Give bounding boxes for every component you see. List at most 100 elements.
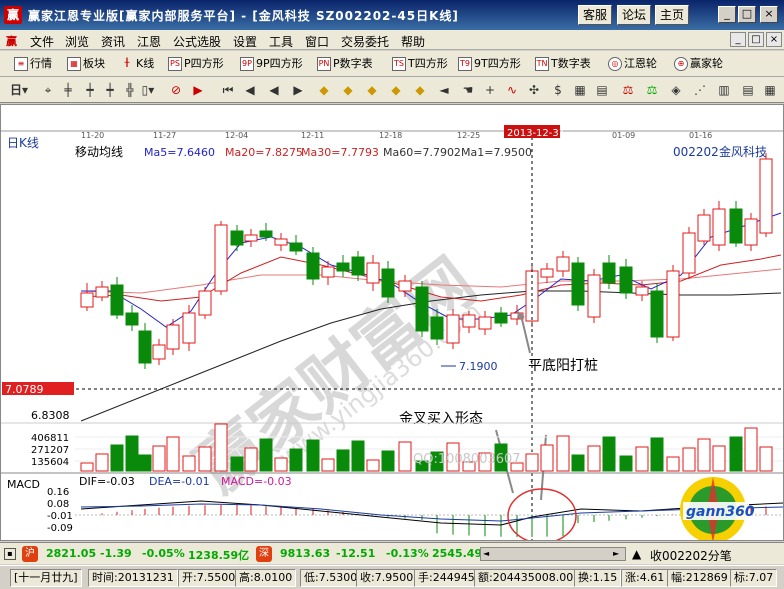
no-draw-icon[interactable]: ⊘ xyxy=(168,82,184,98)
info-lunar: [十一月廿九] xyxy=(10,569,82,587)
t-table-label: T数字表 xyxy=(551,57,591,70)
scroll-right-icon[interactable]: ► xyxy=(613,549,623,559)
9t-square-button[interactable]: T9 9T四方形 xyxy=(458,55,521,73)
diamond4-icon[interactable]: ◆ xyxy=(388,82,404,98)
t-table-button[interactable]: TN T数字表 xyxy=(535,55,591,73)
menu-file[interactable]: 文件 xyxy=(30,33,54,50)
scroll-left-icon[interactable]: ◄ xyxy=(483,549,493,559)
volume-bar xyxy=(95,453,109,472)
kline-chart[interactable]: 11-20 11-27 12-04 12-11 12-18 12-25 01-09 01-16… xyxy=(1,105,784,544)
bag-icon[interactable]: ◈ xyxy=(668,82,684,98)
bar2-icon[interactable]: ┿ xyxy=(102,82,118,98)
candle-icon[interactable]: ╪ xyxy=(60,82,76,98)
quote-button[interactable]: ≡ 行情 xyxy=(14,55,52,73)
candle-body xyxy=(110,284,124,316)
period-select[interactable]: 日▾ xyxy=(10,82,32,98)
customer-service-button[interactable]: 客服 xyxy=(578,5,612,25)
arrow-icon[interactable]: ◄ xyxy=(436,82,452,98)
sh-index-icon[interactable]: 沪 xyxy=(22,546,38,562)
macd-dea: DEA=-0.01 xyxy=(149,475,210,488)
calc-icon[interactable]: ▤ xyxy=(594,82,610,98)
p-square-button[interactable]: PS P四方形 xyxy=(168,55,224,73)
menu-gann[interactable]: 江恩 xyxy=(137,33,161,50)
volume-bar xyxy=(540,444,554,472)
9p-square-button[interactable]: 9P 9P四方形 xyxy=(240,55,303,73)
table-icon[interactable]: ▦ xyxy=(762,82,778,98)
menu-window[interactable]: 窗口 xyxy=(305,33,329,50)
volume-bar xyxy=(697,438,711,472)
close-button[interactable]: × xyxy=(760,6,778,23)
diamond-icon[interactable]: ◆ xyxy=(316,82,332,98)
fan-icon[interactable]: ⋰ xyxy=(692,82,708,98)
status-scrollbar[interactable]: ◄ ► xyxy=(480,547,626,561)
main-toolbar: ≡ 行情 ▦ 板块 ╫ K线 PS P四方形 9P 9P四方形 PN P数字表 TS T四方形… xyxy=(0,51,784,77)
tick-detail-label[interactable]: 收002202分笔 xyxy=(650,547,732,564)
tick-icon[interactable]: ▲ xyxy=(632,547,641,561)
gear-icon[interactable]: ✣ xyxy=(526,82,542,98)
period-label: 日 xyxy=(10,83,23,97)
candle-body xyxy=(214,224,228,292)
homepage-button[interactable]: 主页 xyxy=(655,5,689,25)
sz-index-pct: -0.13% xyxy=(386,547,429,560)
prev-icon[interactable]: ◀ xyxy=(242,82,258,98)
cursor-icon[interactable]: ⌖ xyxy=(40,82,56,98)
sh-index-change: -1.39 xyxy=(100,547,132,560)
golden-cross-annotation: 金叉买入形态 xyxy=(399,411,483,427)
chart-icon[interactable]: ▥ xyxy=(716,82,732,98)
forum-button[interactable]: 论坛 xyxy=(617,5,651,25)
candle-body xyxy=(306,252,320,280)
balance-icon[interactable]: ⚖ xyxy=(620,82,636,98)
index-toggle-icon[interactable]: ▪ xyxy=(4,548,16,560)
back-icon[interactable]: ◀ xyxy=(266,82,282,98)
info-icon[interactable]: ▤ xyxy=(740,82,756,98)
plus-icon[interactable]: + xyxy=(482,82,498,98)
balance2-icon[interactable]: ⚖ xyxy=(644,82,660,98)
wave-icon[interactable]: ∿ xyxy=(504,82,520,98)
sz-index-icon[interactable]: 深 xyxy=(256,546,272,562)
mdi-close-button[interactable]: × xyxy=(766,32,782,47)
9t-square-icon: T9 xyxy=(458,57,472,71)
t-square-button[interactable]: TS T四方形 xyxy=(392,55,448,73)
bar-icon[interactable]: ┿ xyxy=(82,82,98,98)
menu-help[interactable]: 帮助 xyxy=(401,33,425,50)
menu-browse[interactable]: 浏览 xyxy=(65,33,89,50)
menu-bar: 赢 文件 浏览 资讯 江恩 公式选股 设置 工具 窗口 交易委托 帮助 _ □ … xyxy=(0,30,784,50)
volume-bar xyxy=(366,459,380,472)
t-square-label: T四方形 xyxy=(408,57,448,70)
candle-body xyxy=(398,280,412,292)
gann-wheel-button[interactable]: ◎ 江恩轮 xyxy=(608,55,657,73)
mdi-restore-button[interactable]: □ xyxy=(748,32,764,47)
menu-tools[interactable]: 工具 xyxy=(269,33,293,50)
grid-icon[interactable]: ▦ xyxy=(572,82,588,98)
flag-icon[interactable]: ▶ xyxy=(190,82,206,98)
forward-icon[interactable]: ▶ xyxy=(290,82,306,98)
menu-trade[interactable]: 交易委托 xyxy=(341,33,389,50)
p-table-button[interactable]: PN P数字表 xyxy=(317,55,373,73)
menu-info[interactable]: 资讯 xyxy=(101,33,125,50)
line-icon[interactable]: ╬ xyxy=(122,82,138,98)
chart-type-icon[interactable]: ▯▾ xyxy=(140,82,156,98)
first-icon[interactable]: ⏮ xyxy=(220,82,236,98)
app-menu-icon[interactable]: 赢 xyxy=(6,33,17,49)
volume-bar xyxy=(619,455,633,472)
winner-wheel-button[interactable]: ⊕ 赢家轮 xyxy=(674,55,723,73)
menu-settings[interactable]: 设置 xyxy=(233,33,257,50)
kline-chart-panel[interactable]: 11-20 11-27 12-04 12-11 12-18 12-25 01-09 01-16… xyxy=(0,104,784,544)
volume-bar xyxy=(381,450,395,472)
dollar-icon[interactable]: $ xyxy=(550,82,566,98)
pattern-annotation: 平底阳打桩 xyxy=(528,357,598,374)
diamond3-icon[interactable]: ◆ xyxy=(364,82,380,98)
kline-button[interactable]: ╫ K线 xyxy=(120,55,155,73)
sector-icon: ▦ xyxy=(67,57,81,71)
sector-button[interactable]: ▦ 板块 xyxy=(67,55,105,73)
diamond2-icon[interactable]: ◆ xyxy=(340,82,356,98)
app-logo-icon: 赢 xyxy=(4,6,22,24)
candle-body xyxy=(494,312,508,324)
minimize-button[interactable]: _ xyxy=(718,6,736,23)
mdi-minimize-button[interactable]: _ xyxy=(730,32,746,47)
volume-bar xyxy=(650,437,664,472)
maximize-button[interactable]: □ xyxy=(738,6,756,23)
menu-formula[interactable]: 公式选股 xyxy=(173,33,221,50)
diamond5-icon[interactable]: ◆ xyxy=(412,82,428,98)
hand-icon[interactable]: ☚ xyxy=(460,82,476,98)
